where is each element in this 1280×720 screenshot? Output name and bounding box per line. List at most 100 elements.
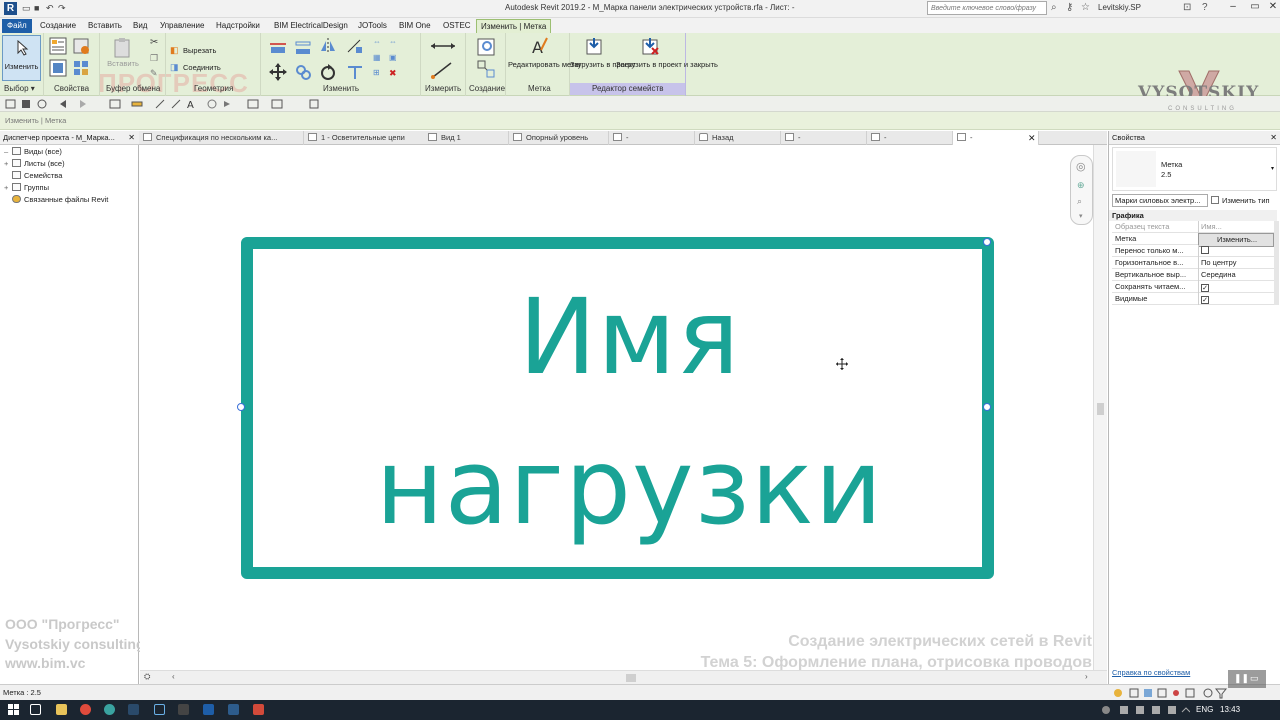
array-icon[interactable]: ▦	[373, 53, 383, 63]
corner-grip-handle[interactable]	[983, 238, 991, 246]
cut-label[interactable]: Вырезать	[183, 46, 216, 55]
edit-tag-icon[interactable]: A	[529, 36, 549, 56]
minimize-button[interactable]: –	[1222, 1, 1244, 16]
type-properties-icon[interactable]	[49, 59, 67, 77]
scroll-right-icon[interactable]: ›	[1085, 672, 1088, 681]
section-graphics[interactable]: Графика	[1109, 210, 1277, 221]
tab-jotools[interactable]: JOTools	[354, 19, 391, 33]
properties-close-icon[interactable]: ✕	[1270, 133, 1277, 142]
view-tab-close-icon[interactable]: ✕	[1028, 133, 1036, 144]
view-tab-blank-2[interactable]: -	[781, 131, 867, 145]
photoshop-icon[interactable]	[228, 704, 239, 715]
rotate-icon[interactable]	[319, 63, 337, 81]
properties-help-link[interactable]: Справка по свойствам	[1112, 668, 1190, 677]
family-types-icon[interactable]	[72, 37, 90, 55]
view-tab-back[interactable]: Назад	[695, 131, 781, 145]
wrap-checkbox-cell[interactable]	[1198, 245, 1274, 257]
scroll-left-icon[interactable]: ‹	[172, 672, 175, 681]
tab-manage[interactable]: Управление	[156, 19, 208, 33]
scissors-icon[interactable]: ✂	[150, 37, 160, 48]
chrome-icon[interactable]	[80, 704, 91, 715]
app-icon-4[interactable]	[178, 704, 189, 715]
horizontal-scroll-thumb[interactable]	[626, 674, 636, 682]
revit-taskbar-icon[interactable]	[203, 704, 214, 715]
open-icon[interactable]: ▭	[22, 3, 31, 14]
close-button[interactable]: ✕	[1262, 1, 1280, 16]
load-into-project-label[interactable]: Загрузить в проект	[570, 60, 636, 69]
video-pause-button[interactable]: ❚❚ ▭	[1228, 670, 1266, 688]
trim-icon[interactable]	[346, 63, 364, 81]
save-icon[interactable]: ■	[34, 3, 39, 13]
modify-button[interactable]: Изменить	[2, 35, 41, 81]
group-label-select[interactable]: Выбор ▾	[4, 84, 35, 93]
tree-item-revit-links[interactable]: Связанные файлы Revit	[4, 195, 108, 204]
type-selector[interactable]: Метка 2.5 ▾	[1112, 147, 1277, 191]
measure-icon[interactable]	[429, 37, 457, 55]
tag-text-line2[interactable]: нагрузки	[253, 427, 1006, 547]
drawing-canvas[interactable]: Имя нагрузки ◎ ⊕ ⌕ ▾ Создание электричес…	[140, 145, 1107, 671]
view-tab-ref-level[interactable]: Опорный уровень	[509, 131, 609, 145]
vertical-align-value[interactable]: Середина	[1198, 269, 1274, 281]
view-tab-blank-3[interactable]: -	[867, 131, 953, 145]
delete-icon[interactable]: ✖	[389, 68, 399, 78]
move-icon[interactable]	[269, 63, 287, 81]
user-name[interactable]: Levitskiy.SP	[1098, 3, 1141, 12]
type-dropdown-icon[interactable]: ▾	[1271, 165, 1274, 172]
cart-icon[interactable]: ⊡	[1183, 2, 1191, 13]
tab-ostec[interactable]: OSTEC	[439, 19, 475, 33]
star-icon[interactable]: ☆	[1081, 2, 1090, 13]
help-icon[interactable]: ?	[1202, 2, 1208, 13]
task-view-icon[interactable]	[30, 704, 41, 715]
family-category-icon[interactable]	[72, 59, 90, 77]
match-icon[interactable]: ✎	[150, 68, 160, 78]
status-icons[interactable]	[1112, 687, 1232, 699]
offset-icon[interactable]	[294, 39, 312, 57]
tab-insert[interactable]: Вставить	[84, 19, 126, 33]
tab-bim-electrical[interactable]: BIM ElectricalDesign	[270, 19, 352, 33]
paste-icon[interactable]	[112, 37, 134, 59]
properties-icon[interactable]	[49, 37, 67, 55]
tree-item-groups[interactable]: + Группы	[4, 183, 49, 192]
windows-start-icon[interactable]	[8, 704, 20, 716]
explorer-icon[interactable]	[56, 704, 67, 715]
align-icon[interactable]	[269, 39, 287, 57]
tab-bim-one[interactable]: BIM One	[395, 19, 435, 33]
clock[interactable]: 13:43	[1220, 705, 1240, 714]
join-label[interactable]: Соединить	[183, 63, 221, 72]
tag-text-line1[interactable]: Имя	[253, 277, 1006, 397]
copy-icon[interactable]: ❐	[150, 53, 160, 63]
left-grip-handle[interactable]	[237, 403, 245, 411]
view-tab-active[interactable]: -	[953, 131, 1039, 145]
right-grip-handle[interactable]	[983, 403, 991, 411]
tree-item-views[interactable]: – Виды (все)	[4, 147, 62, 156]
join-geometry-icon[interactable]: ◨	[170, 62, 180, 72]
view-control-icon[interactable]: ⛭	[144, 672, 150, 682]
language-indicator[interactable]: ENG	[1196, 705, 1213, 714]
view-tab-view1[interactable]: Вид 1	[424, 131, 509, 145]
app-icon-2[interactable]	[128, 704, 139, 715]
cut-geometry-icon[interactable]: ◧	[170, 45, 180, 55]
tree-item-sheets[interactable]: + Листы (все)	[4, 159, 65, 168]
tab-addins[interactable]: Надстройки	[212, 19, 264, 33]
horizontal-align-value[interactable]: По центру	[1198, 257, 1274, 269]
split-gap-icon[interactable]: ⇔	[389, 37, 399, 47]
family-select[interactable]: Марки силовых электр...	[1112, 194, 1208, 207]
copy-element-icon[interactable]	[294, 63, 312, 81]
steering-wheel-icon[interactable]: ◎	[1076, 160, 1086, 173]
create-group-icon[interactable]	[476, 37, 496, 57]
app-icon-5[interactable]	[253, 704, 264, 715]
edit-type-button[interactable]: Изменить тип	[1211, 194, 1279, 207]
vertical-scrollbar[interactable]	[1093, 145, 1107, 670]
tab-modify-tag[interactable]: Изменить | Метка	[476, 19, 552, 33]
load-and-close-label[interactable]: Загрузить в проект и закрыть	[616, 60, 718, 69]
zoom-icon[interactable]: ⌕	[1077, 196, 1082, 207]
mirror-draw-icon[interactable]	[346, 37, 364, 55]
binoculars-icon[interactable]: ⌕	[1051, 2, 1057, 13]
navbar-menu-icon[interactable]: ▾	[1079, 212, 1083, 220]
app-icon-1[interactable]	[104, 704, 115, 715]
horizontal-scrollbar[interactable]: ⛭ ‹ ›	[140, 670, 1107, 684]
tab-file[interactable]: Файл	[2, 19, 32, 33]
project-browser-close-icon[interactable]: ✕	[128, 133, 135, 142]
revit-app-icon[interactable]: R	[4, 2, 17, 15]
search-input[interactable]: Введите ключевое слово/фразу	[927, 1, 1047, 15]
